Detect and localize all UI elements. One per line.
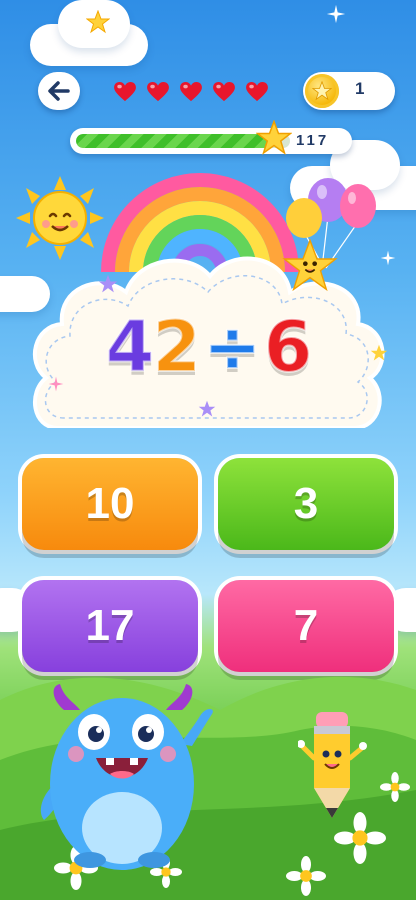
coin-count: 1 — [355, 79, 365, 98]
heart-icon — [180, 82, 202, 102]
answer-label: 3 — [293, 479, 319, 528]
daisy-flower-icon — [380, 772, 410, 802]
level-progress: 117 — [70, 128, 352, 154]
answer-button-2[interactable]: 3 — [218, 458, 394, 550]
coin-star-icon — [305, 74, 339, 108]
coin-counter: 1 — [303, 72, 395, 110]
star-icon — [86, 10, 110, 34]
progress-star-icon — [256, 120, 292, 155]
answer-button-1[interactable]: 10 — [22, 458, 198, 550]
heart-icon — [114, 82, 136, 102]
daisy-flower-icon — [286, 856, 326, 896]
game-screen: 1 117 42÷6 10 3 17 7 — [0, 0, 416, 900]
math-question: 42÷6 — [0, 305, 416, 389]
star-icon — [98, 274, 118, 293]
heart-icon — [213, 82, 235, 102]
answer-label: 10 — [85, 479, 135, 528]
star-icon — [326, 4, 346, 24]
progress-fill — [76, 134, 276, 148]
monster-mascot — [40, 684, 213, 870]
star-icon — [198, 400, 216, 417]
back-arrow-icon — [48, 81, 70, 101]
question-operator: ÷ — [202, 305, 263, 389]
back-button[interactable] — [38, 72, 80, 110]
pencil-mascot — [298, 712, 367, 818]
lives-hearts — [114, 82, 268, 102]
score-value: 117 — [296, 132, 330, 149]
star-mascot — [282, 238, 338, 292]
question-operand-b: 6 — [263, 305, 314, 389]
heart-icon — [246, 82, 268, 102]
question-operand-a: 42 — [105, 305, 202, 389]
heart-icon — [147, 82, 169, 102]
